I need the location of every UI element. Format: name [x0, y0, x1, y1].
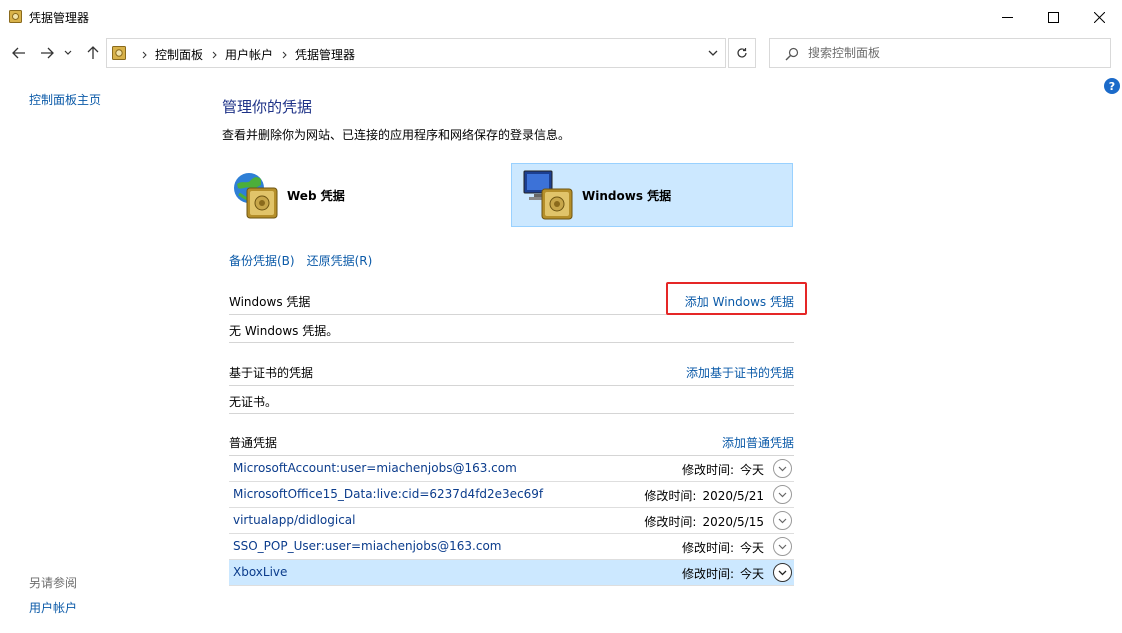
breadcrumb-separator-icon[interactable]	[203, 51, 225, 59]
search-box	[769, 38, 1111, 68]
maximize-icon	[1047, 11, 1059, 23]
refresh-icon	[737, 48, 747, 58]
credential-name: MicrosoftOffice15_Data:live:cid=6237d4fd…	[233, 487, 544, 501]
credential-manager-icon	[9, 10, 22, 23]
credential-name: XboxLive	[233, 565, 288, 579]
section-title: 普通凭据	[229, 436, 278, 450]
backup-restore-links: 备份凭据(B) 还原凭据(R)	[229, 252, 372, 269]
title-bar: 凭据管理器	[0, 0, 1122, 34]
modified-time: 修改时间: 2020/5/21	[644, 487, 764, 504]
empty-message: 无 Windows 凭据。	[229, 324, 339, 338]
modified-value: 2020/5/21	[702, 489, 764, 503]
empty-message: 无证书。	[229, 395, 278, 409]
back-button[interactable]	[9, 43, 29, 63]
page-title: 管理你的凭据	[222, 98, 313, 116]
window-title: 凭据管理器	[29, 11, 90, 25]
breadcrumb-separator-icon[interactable]	[273, 51, 295, 59]
web-credentials-label: Web 凭据	[287, 188, 345, 203]
minimize-button[interactable]	[984, 0, 1030, 34]
page-description: 查看并删除你为网站、已连接的应用程序和网络保存的登录信息。	[222, 128, 571, 142]
web-credentials-icon	[234, 173, 278, 219]
address-bar[interactable]: 控制面板 用户帐户 凭据管理器	[106, 38, 726, 68]
backup-credentials-link[interactable]: 备份凭据(B)	[229, 252, 295, 269]
see-also-label: 另请参阅	[29, 576, 78, 590]
modified-label: 修改时间:	[644, 489, 697, 503]
modified-value: 今天	[739, 463, 764, 477]
close-button[interactable]	[1076, 0, 1122, 34]
chevron-down-icon	[778, 492, 787, 497]
list-item[interactable]: MicrosoftOffice15_Data:live:cid=6237d4fd…	[229, 482, 794, 508]
windows-credentials-icon	[523, 170, 573, 220]
breadcrumb: 控制面板 用户帐户 凭据管理器	[133, 46, 355, 63]
list-item[interactable]: virtualapp/didlogical 修改时间: 2020/5/15	[229, 508, 794, 534]
modified-time: 修改时间: 今天	[682, 461, 764, 478]
arrow-right-icon	[41, 47, 54, 59]
modified-label: 修改时间:	[681, 541, 734, 555]
control-panel-icon	[112, 46, 126, 60]
windows-credentials-tab[interactable]: Windows 凭据	[511, 163, 793, 227]
credential-name: SSO_POP_User:user=miachenjobs@163.com	[233, 539, 502, 553]
search-input[interactable]	[808, 45, 1098, 61]
expand-button[interactable]	[773, 511, 792, 530]
add-certificate-credential-link[interactable]: 添加基于证书的凭据	[686, 364, 794, 381]
section-body: 无证书。	[229, 386, 794, 414]
chevron-down-icon	[64, 50, 72, 55]
section-title: 基于证书的凭据	[229, 366, 314, 380]
list-item[interactable]: XboxLive 修改时间: 今天	[229, 560, 794, 586]
modified-value: 今天	[739, 567, 764, 581]
annotation-highlight-box	[666, 282, 807, 315]
minimize-icon	[1001, 16, 1013, 18]
arrow-left-icon	[12, 47, 25, 59]
arrow-up-icon	[87, 46, 99, 59]
chevron-down-icon	[778, 466, 787, 471]
recent-locations-button[interactable]	[62, 43, 74, 63]
modified-time: 修改时间: 2020/5/15	[644, 513, 764, 530]
forward-button[interactable]	[37, 43, 57, 63]
expand-button[interactable]	[773, 485, 792, 504]
modified-value: 今天	[739, 541, 764, 555]
modified-value: 2020/5/15	[702, 515, 764, 529]
web-credentials-tab[interactable]: Web 凭据	[229, 163, 509, 227]
windows-credentials-label: Windows 凭据	[582, 188, 672, 203]
user-accounts-link[interactable]: 用户帐户	[29, 599, 77, 616]
add-generic-credential-link[interactable]: 添加普通凭据	[722, 434, 794, 451]
close-icon	[1093, 11, 1105, 23]
chevron-down-icon	[778, 570, 787, 575]
breadcrumb-separator-icon[interactable]	[133, 51, 155, 59]
expand-button[interactable]	[773, 459, 792, 478]
chevron-down-icon[interactable]	[707, 47, 719, 59]
maximize-button[interactable]	[1030, 0, 1076, 34]
breadcrumb-credential-manager[interactable]: 凭据管理器	[295, 46, 355, 63]
help-button[interactable]: ?	[1104, 78, 1120, 94]
up-button[interactable]	[83, 43, 103, 63]
refresh-button[interactable]	[728, 38, 756, 68]
certificate-credentials-section: 基于证书的凭据 添加基于证书的凭据 无证书。	[229, 358, 794, 414]
expand-button[interactable]	[773, 563, 792, 582]
control-panel-home-link[interactable]: 控制面板主页	[29, 91, 101, 108]
section-header: 普通凭据 添加普通凭据	[229, 428, 794, 456]
modified-label: 修改时间:	[681, 463, 734, 477]
credential-name: virtualapp/didlogical	[233, 513, 356, 527]
expand-button[interactable]	[773, 537, 792, 556]
modified-label: 修改时间:	[644, 515, 697, 529]
section-body: 无 Windows 凭据。	[229, 315, 794, 343]
section-title: Windows 凭据	[229, 295, 311, 309]
generic-credentials-list: MicrosoftAccount:user=miachenjobs@163.co…	[229, 456, 794, 586]
breadcrumb-user-accounts[interactable]: 用户帐户	[225, 46, 273, 63]
list-item[interactable]: MicrosoftAccount:user=miachenjobs@163.co…	[229, 456, 794, 482]
restore-credentials-link[interactable]: 还原凭据(R)	[307, 252, 373, 269]
section-header: 基于证书的凭据 添加基于证书的凭据	[229, 358, 794, 386]
chevron-down-icon	[778, 544, 787, 549]
breadcrumb-control-panel[interactable]: 控制面板	[155, 46, 203, 63]
list-item[interactable]: SSO_POP_User:user=miachenjobs@163.com 修改…	[229, 534, 794, 560]
generic-credentials-section: 普通凭据 添加普通凭据	[229, 428, 794, 456]
modified-time: 修改时间: 今天	[682, 565, 764, 582]
modified-label: 修改时间:	[681, 567, 734, 581]
modified-time: 修改时间: 今天	[682, 539, 764, 556]
chevron-down-icon	[778, 518, 787, 523]
credential-name: MicrosoftAccount:user=miachenjobs@163.co…	[233, 461, 517, 475]
search-icon	[785, 47, 799, 61]
